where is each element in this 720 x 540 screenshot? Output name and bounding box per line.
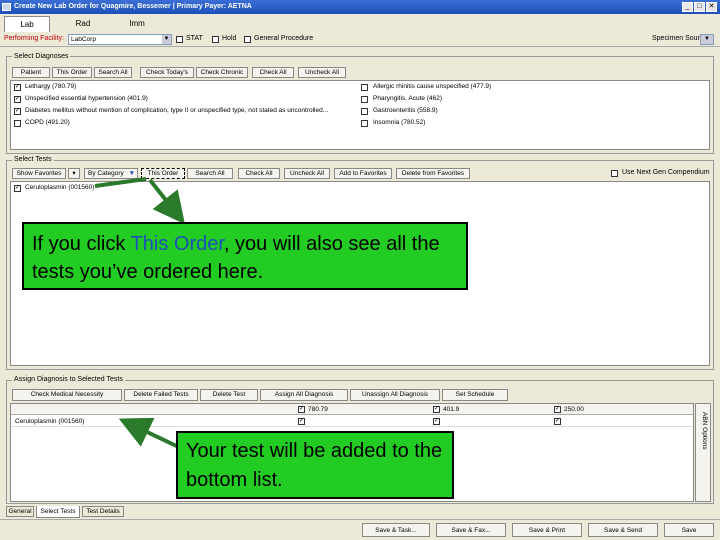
diagnosis-checkbox[interactable] xyxy=(361,108,368,115)
callout-text: If you click xyxy=(32,233,131,255)
specimen-source-dropdown[interactable]: ▼ xyxy=(700,34,714,45)
save-and-send-button[interactable]: Save & Send xyxy=(588,523,658,537)
stat-label: STAT xyxy=(186,35,203,42)
save-and-task-button[interactable]: Save & Task... xyxy=(362,523,430,537)
diag-this-order-button[interactable]: This Order xyxy=(52,67,92,78)
save-button[interactable]: Save xyxy=(664,523,714,537)
diag-patient-button[interactable]: Patient xyxy=(12,67,50,78)
diagnosis-item: Pharyngitis, Acute (462) xyxy=(373,95,443,102)
specimen-source-label: Specimen Source xyxy=(652,35,708,42)
bottom-list-callout: Your test will be added to the bottom li… xyxy=(176,431,454,499)
assign-table-header: ✓ 780.79 ✓ 401.9 ✓ 250.00 xyxy=(11,404,693,415)
show-favorites-button[interactable]: Show Favorites xyxy=(12,168,66,179)
performing-facility-select[interactable]: LabCorp ▼ xyxy=(68,34,172,45)
diag-search-all-button[interactable]: Search All xyxy=(94,67,132,78)
close-button[interactable]: ✕ xyxy=(706,2,717,12)
diagnosis-item: Lethargy (780.79) xyxy=(25,83,77,90)
tests-check-all-button[interactable]: Check All xyxy=(238,168,280,179)
performing-facility-label: Performing Facility: xyxy=(4,35,64,42)
hold-checkbox[interactable] xyxy=(212,36,219,43)
window-title: Create New Lab Order for Quagmire, Besse… xyxy=(14,3,252,10)
general-procedure-label: General Procedure xyxy=(254,35,314,42)
abn-options-tab[interactable]: ABN Options xyxy=(695,403,711,502)
diagnosis-checkbox[interactable] xyxy=(361,96,368,103)
diagnosis-column-checkbox[interactable]: ✓ xyxy=(298,406,305,413)
save-and-fax-button[interactable]: Save & Fax... xyxy=(436,523,506,537)
by-category-button[interactable]: By Category ▼ xyxy=(84,168,138,179)
check-todays-button[interactable]: Check Today's xyxy=(140,67,194,78)
column-header: 780.79 xyxy=(308,406,328,413)
diagnosis-checkbox[interactable] xyxy=(361,84,368,91)
diagnosis-item: COPD (491.20) xyxy=(25,119,70,126)
unassign-all-diagnosis-button[interactable]: Unassign All Diagnosis xyxy=(350,389,440,401)
order-toolbar: Performing Facility: LabCorp ▼ STAT Hold… xyxy=(0,32,720,47)
diagnosis-column-checkbox[interactable]: ✓ xyxy=(554,406,561,413)
maximize-button[interactable]: □ xyxy=(694,2,705,12)
assign-diagnosis-title: Assign Diagnosis to Selected Tests xyxy=(12,376,125,384)
abn-options-label: ABN Options xyxy=(701,412,708,450)
diag-check-all-button[interactable]: Check All xyxy=(252,67,294,78)
select-diagnoses-title: Select Diagnoses xyxy=(12,53,71,61)
diagnosis-column-checkbox[interactable]: ✓ xyxy=(433,406,440,413)
assign-cell-checkbox[interactable]: ✓ xyxy=(298,418,305,425)
performing-facility-value: LabCorp xyxy=(71,36,96,43)
table-row[interactable]: Ceruloplasmin (001560) ✓ ✓ ✓ xyxy=(11,416,693,427)
diagnosis-item: Diabetes mellitus without mention of com… xyxy=(25,107,329,114)
diagnosis-item: Allergic rhinitis cause unspecified (477… xyxy=(373,83,492,90)
by-category-label: By Category xyxy=(88,170,124,177)
column-header: 401.9 xyxy=(443,406,460,413)
diagnosis-checkbox[interactable] xyxy=(361,120,368,127)
tab-imm[interactable]: Imm xyxy=(114,16,160,32)
assigned-test-name: Ceruloplasmin (001560) xyxy=(15,418,85,425)
this-order-button[interactable]: This Order xyxy=(141,168,185,179)
stat-checkbox[interactable] xyxy=(176,36,183,43)
delete-test-button[interactable]: Delete Test xyxy=(200,389,258,401)
hold-label: Hold xyxy=(222,35,237,42)
diagnosis-checkbox[interactable]: ✓ xyxy=(14,96,21,103)
chevron-down-icon: ▼ xyxy=(162,35,171,44)
diag-uncheck-all-button[interactable]: Uncheck All xyxy=(298,67,346,78)
test-checkbox[interactable]: ✓ xyxy=(14,185,21,192)
callout-highlight: This Order xyxy=(130,233,224,255)
tests-search-all-button[interactable]: Search All xyxy=(187,168,233,179)
diagnosis-checkbox[interactable] xyxy=(14,120,21,127)
tab-general[interactable]: General xyxy=(6,506,34,517)
general-procedure-checkbox[interactable] xyxy=(244,36,251,43)
check-chronic-button[interactable]: Check Chronic xyxy=(196,67,248,78)
window-titlebar: Create New Lab Order for Quagmire, Besse… xyxy=(0,0,720,14)
use-next-gen-checkbox[interactable] xyxy=(611,170,618,177)
chevron-down-icon: ▼ xyxy=(128,170,136,177)
diagnoses-list: ✓ Lethargy (780.79) ✓ Unspecified essent… xyxy=(10,80,710,150)
action-bar: Save & Task... Save & Fax... Save & Prin… xyxy=(0,519,720,540)
order-type-tabs: Lab Rad Imm xyxy=(0,14,720,32)
add-to-favorites-button[interactable]: Add to Favorites xyxy=(334,168,392,179)
delete-from-favorites-button[interactable]: Delete from Favorites xyxy=(396,168,470,179)
select-tests-title: Select Tests xyxy=(12,156,54,164)
assign-all-diagnosis-button[interactable]: Assign All Diagnosis xyxy=(260,389,348,401)
diagnosis-item: Unspecified essential hypertension (401.… xyxy=(25,95,148,102)
set-schedule-button[interactable]: Set Schedule xyxy=(442,389,508,401)
save-and-print-button[interactable]: Save & Print xyxy=(512,523,582,537)
diagnosis-checkbox[interactable]: ✓ xyxy=(14,84,21,91)
check-medical-necessity-button[interactable]: Check Medical Necessity xyxy=(12,389,122,401)
column-header: 250.00 xyxy=(564,406,584,413)
callout-text: Your test will be added to the bottom li… xyxy=(186,440,443,491)
diagnosis-item: Insomnia (780.52) xyxy=(373,119,426,126)
favorites-dropdown-button[interactable]: ▾ xyxy=(68,168,80,179)
app-icon xyxy=(2,3,11,11)
use-next-gen-label: Use Next Gen Compendium xyxy=(622,169,710,176)
tab-rad[interactable]: Rad xyxy=(60,16,106,32)
this-order-callout: If you click This Order, you will also s… xyxy=(22,222,468,290)
test-item: Ceruloplasmin (001560) xyxy=(25,184,95,191)
tab-lab[interactable]: Lab xyxy=(4,16,50,32)
tests-uncheck-all-button[interactable]: Uncheck All xyxy=(284,168,330,179)
delete-failed-tests-button[interactable]: Delete Failed Tests xyxy=(124,389,198,401)
minimize-button[interactable]: _ xyxy=(682,2,693,12)
tab-select-tests[interactable]: Select Tests xyxy=(36,506,80,518)
diagnosis-item: Gastroenteritis (558.9) xyxy=(373,107,438,114)
tab-test-details[interactable]: Test Details xyxy=(82,506,124,517)
assign-cell-checkbox[interactable]: ✓ xyxy=(554,418,561,425)
diagnosis-checkbox[interactable]: ✓ xyxy=(14,108,21,115)
assign-cell-checkbox[interactable]: ✓ xyxy=(433,418,440,425)
